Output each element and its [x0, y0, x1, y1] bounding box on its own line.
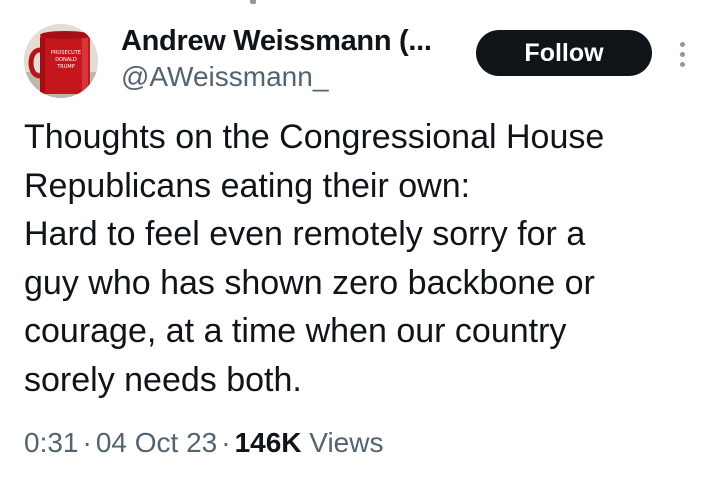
tweet-text-line: Hard to feel even remotely sorry for a: [24, 215, 586, 253]
meta-separator: ·: [82, 427, 92, 458]
tweet-text: Thoughts on the Congressional House Repu…: [24, 113, 694, 404]
meta-separator: ·: [221, 427, 231, 458]
svg-text:TRUMP: TRUMP: [56, 64, 75, 70]
follow-button[interactable]: Follow: [476, 30, 652, 76]
more-vertical-icon[interactable]: [668, 36, 696, 72]
avatar-mug-text: PROSECUTE: [51, 50, 81, 56]
more-dot: [679, 61, 685, 67]
tweet-meta: 0:31 · 04 Oct 23 · 146K Views: [24, 425, 383, 461]
svg-text:DONALD: DONALD: [55, 57, 77, 63]
tweet-time[interactable]: 0:31: [24, 427, 79, 458]
tweet-text-line: Thoughts on the Congressional House: [24, 118, 605, 156]
tweet: PROSECUTE DONALD TRUMP Andrew Weissmann …: [0, 0, 720, 482]
avatar-mug-image: PROSECUTE DONALD TRUMP: [24, 24, 98, 98]
tweet-text-line: sorely needs both.: [24, 360, 302, 399]
tweet-date[interactable]: 04 Oct 23: [96, 427, 217, 458]
more-dot: [679, 51, 685, 57]
avatar[interactable]: PROSECUTE DONALD TRUMP: [24, 24, 98, 98]
views-label: Views: [309, 427, 384, 458]
tweet-text-line: guy who has shown zero backbone or: [24, 263, 595, 302]
views-count[interactable]: 146K: [235, 427, 302, 458]
tweet-text-line: Republicans eating their own:: [24, 166, 471, 205]
author-handle[interactable]: @AWeissmann_: [121, 60, 328, 94]
tweet-text-line: courage, at a time when our country: [24, 312, 567, 350]
author-display-name[interactable]: Andrew Weissmann (...: [121, 24, 432, 58]
more-dot: [679, 41, 685, 47]
